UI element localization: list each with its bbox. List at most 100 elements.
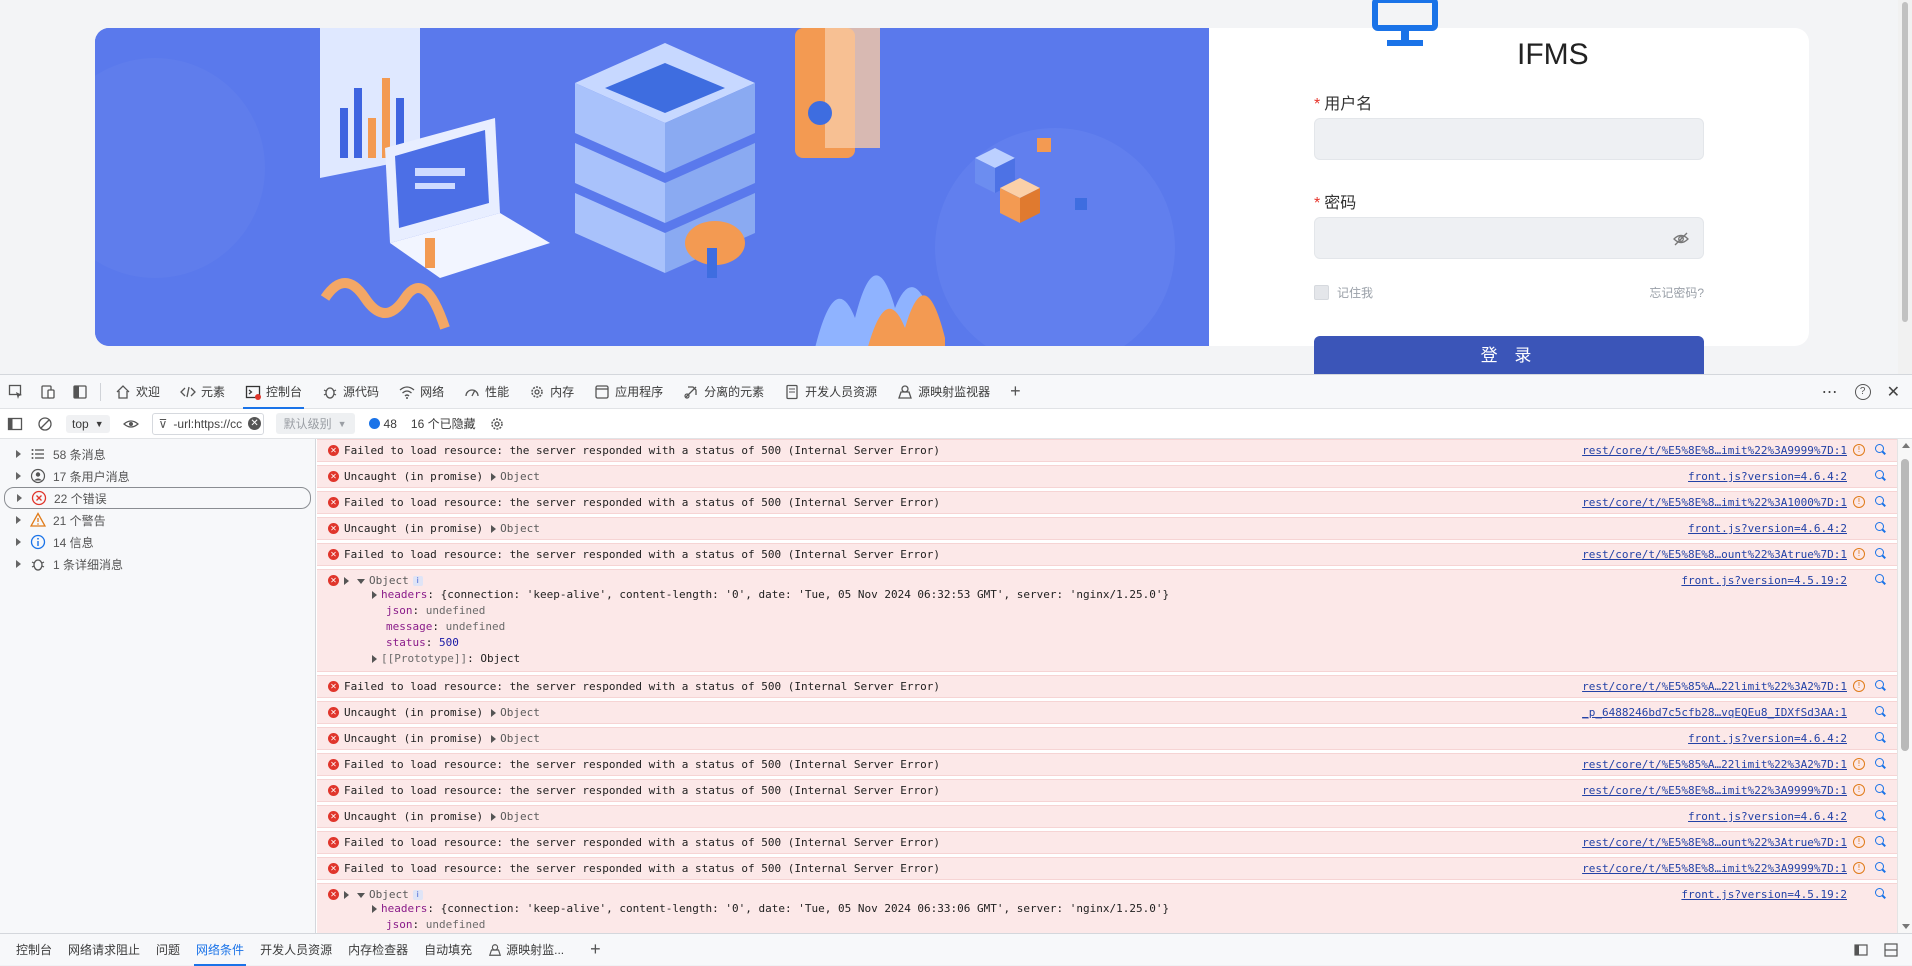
- forgot-password-link[interactable]: 忘记密码?: [1649, 284, 1704, 301]
- tab-home[interactable]: 欢迎: [105, 375, 170, 409]
- expand-arrow-icon[interactable]: [491, 525, 497, 533]
- expand-arrow-icon[interactable]: [372, 905, 377, 913]
- network-warning-icon[interactable]: !: [1853, 496, 1865, 508]
- console-message-row[interactable]: ✕ Uncaught (in promise) Object front.js?ver…: [317, 805, 1897, 828]
- sidebar-item-error[interactable]: 22 个错误: [4, 487, 311, 509]
- drawer-tab[interactable]: 内存检查器: [340, 934, 416, 966]
- live-expression-eye-icon[interactable]: [116, 409, 146, 439]
- console-message-row[interactable]: ✕ Failed to load resource: the server res…: [317, 675, 1897, 698]
- more-options-icon[interactable]: ⋯: [1822, 382, 1839, 402]
- object-preview[interactable]: Object: [500, 732, 540, 745]
- expand-arrow-icon[interactable]: [16, 472, 21, 480]
- tab-application[interactable]: 应用程序: [584, 375, 673, 409]
- object-preview[interactable]: Object: [369, 888, 409, 901]
- expand-arrow-icon[interactable]: [491, 473, 497, 481]
- undock-drawer-icon[interactable]: [1854, 943, 1868, 957]
- console-filter-input[interactable]: ⊽ -url:https://cc ✕: [151, 412, 264, 435]
- drawer-tab[interactable]: 控制台: [8, 934, 60, 966]
- console-message-row[interactable]: ✕ Failed to load resource: the server res…: [317, 543, 1897, 566]
- add-drawer-tab-button[interactable]: +: [582, 934, 609, 966]
- expand-arrow-icon[interactable]: [344, 891, 349, 899]
- drawer-tab[interactable]: 问题: [148, 934, 188, 966]
- page-scrollbar[interactable]: [1898, 0, 1912, 374]
- drawer-tab[interactable]: 自动填充: [416, 934, 480, 966]
- prop-headers[interactable]: headers: {connection: 'keep-alive', cont…: [372, 901, 1897, 917]
- password-input[interactable]: [1314, 217, 1704, 259]
- context-selector[interactable]: top ▼: [66, 414, 110, 433]
- network-warning-icon[interactable]: !: [1853, 758, 1865, 770]
- remember-me[interactable]: 记住我: [1314, 284, 1373, 301]
- source-link[interactable]: front.js?version=4.6.4:2: [1688, 522, 1847, 535]
- source-link[interactable]: front.js?version=4.5.19:2: [1681, 574, 1847, 587]
- expand-arrow-icon[interactable]: [372, 591, 377, 599]
- tab-wifi[interactable]: 网络: [389, 375, 454, 409]
- object-preview[interactable]: Object: [369, 574, 409, 587]
- search-icon[interactable]: [1875, 862, 1887, 874]
- source-link[interactable]: rest/core/t/%E5%8E%8…imit%22%3A1000%7D:1: [1582, 496, 1847, 509]
- clear-filter-icon[interactable]: ✕: [248, 417, 262, 430]
- console-message-row[interactable]: ✕ Failed to load resource: the server res…: [317, 439, 1897, 462]
- sidebar-item-info[interactable]: 14 信息: [4, 531, 311, 553]
- source-link[interactable]: rest/core/t/%E5%8E%8…imit%22%3A9999%7D:1: [1582, 784, 1847, 797]
- source-link[interactable]: front.js?version=4.6.4:2: [1688, 810, 1847, 823]
- sidebar-toggle-icon[interactable]: [0, 409, 30, 439]
- console-message-row[interactable]: ✕ Failed to load resource: the server res…: [317, 857, 1897, 880]
- dock-side-icon[interactable]: [64, 375, 96, 409]
- help-icon[interactable]: ?: [1854, 383, 1871, 400]
- scroll-down-arrow[interactable]: [1902, 924, 1910, 929]
- clear-console-icon[interactable]: [30, 409, 60, 439]
- search-icon[interactable]: [1875, 758, 1887, 770]
- console-settings-gear-icon[interactable]: [482, 409, 512, 439]
- network-warning-icon[interactable]: !: [1853, 784, 1865, 796]
- login-button[interactable]: 登 录: [1314, 336, 1704, 374]
- search-icon[interactable]: [1875, 706, 1887, 718]
- tab-source-map[interactable]: 源映射监视器: [887, 375, 1000, 409]
- source-link[interactable]: front.js?version=4.6.4:2: [1688, 732, 1847, 745]
- console-message-row[interactable]: ✕ Uncaught (in promise) Object front.js?ver…: [317, 727, 1897, 750]
- network-warning-icon[interactable]: !: [1853, 836, 1865, 848]
- drawer-tab[interactable]: 开发人员资源: [252, 934, 340, 966]
- collapse-arrow-icon[interactable]: [357, 892, 365, 898]
- eye-hidden-icon[interactable]: [1673, 231, 1689, 247]
- expand-arrow-icon[interactable]: [16, 516, 21, 524]
- source-link[interactable]: rest/core/t/%E5%85%A…22limit%22%3A2%7D:1: [1582, 680, 1847, 693]
- expand-arrow-icon[interactable]: [16, 538, 21, 546]
- object-preview[interactable]: Object: [500, 810, 540, 823]
- log-level-selector[interactable]: 默认级别 ▼: [275, 413, 355, 434]
- sidebar-item-user[interactable]: 17 条用户消息: [4, 465, 311, 487]
- sidebar-item-warning[interactable]: 21 个警告: [4, 509, 311, 531]
- expand-arrow-icon[interactable]: [344, 577, 349, 585]
- drawer-tab[interactable]: 网络条件: [188, 934, 252, 966]
- page-scrollbar-thumb[interactable]: [1902, 2, 1908, 322]
- sidebar-item-verbose[interactable]: 1 条详细消息: [4, 553, 311, 575]
- close-drawer-icon[interactable]: [1884, 942, 1898, 957]
- expand-arrow-icon[interactable]: [491, 709, 497, 717]
- console-scrollbar[interactable]: [1897, 439, 1912, 933]
- search-icon[interactable]: [1875, 548, 1887, 560]
- console-scrollbar-thumb[interactable]: [1901, 459, 1909, 751]
- object-preview[interactable]: Object: [500, 706, 540, 719]
- drawer-tab[interactable]: 源映射监...: [480, 934, 572, 966]
- source-link[interactable]: rest/core/t/%E5%8E%8…imit%22%3A9999%7D:1: [1582, 862, 1847, 875]
- add-tab-button[interactable]: +: [1000, 375, 1031, 409]
- network-warning-icon[interactable]: !: [1853, 444, 1865, 456]
- source-link[interactable]: front.js?version=4.6.4:2: [1688, 470, 1847, 483]
- search-icon[interactable]: [1875, 680, 1887, 692]
- object-preview[interactable]: Object: [500, 470, 540, 483]
- tab-detached[interactable]: 分离的元素: [673, 375, 774, 409]
- tab-bug[interactable]: 源代码: [312, 375, 389, 409]
- expand-arrow-icon[interactable]: [491, 813, 497, 821]
- search-icon[interactable]: [1875, 784, 1887, 796]
- source-link[interactable]: front.js?version=4.5.19:2: [1681, 888, 1847, 901]
- search-icon[interactable]: [1875, 732, 1887, 744]
- search-icon[interactable]: [1875, 522, 1887, 534]
- source-link[interactable]: rest/core/t/%E5%8E%8…imit%22%3A9999%7D:1: [1582, 444, 1847, 457]
- drawer-tab[interactable]: 网络请求阻止: [60, 934, 148, 966]
- network-warning-icon[interactable]: !: [1853, 862, 1865, 874]
- object-preview[interactable]: Object: [500, 522, 540, 535]
- collapse-arrow-icon[interactable]: [357, 578, 365, 584]
- message-count[interactable]: 48: [368, 417, 397, 431]
- tab-memory[interactable]: 内存: [519, 375, 584, 409]
- username-input[interactable]: [1314, 118, 1704, 160]
- source-link[interactable]: rest/core/t/%E5%8E%8…ount%22%3Atrue%7D:1: [1582, 836, 1847, 849]
